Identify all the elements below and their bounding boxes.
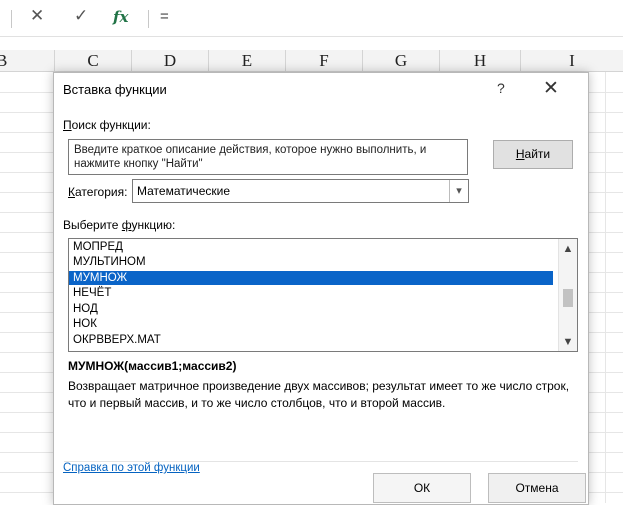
column-header-d[interactable]: D bbox=[132, 50, 209, 71]
column-header-c[interactable]: C bbox=[55, 50, 132, 71]
formula-bar-separator bbox=[148, 10, 149, 28]
search-input-text: Введите краткое описание действия, котор… bbox=[74, 144, 427, 170]
formula-bar: ✕ ✓ fx = bbox=[0, 0, 623, 37]
function-signature: МУМНОЖ(массив1;массив2) bbox=[68, 359, 237, 373]
formula-bar-separator bbox=[11, 10, 12, 28]
select-function-label: Выберите функцию: bbox=[63, 218, 176, 232]
search-label: Поиск функции: bbox=[63, 118, 151, 132]
cancel-button[interactable]: Отмена bbox=[488, 473, 586, 503]
list-item[interactable]: НОК bbox=[73, 317, 553, 331]
dialog-title: Вставка функции bbox=[63, 82, 167, 97]
column-header-i[interactable]: I bbox=[521, 50, 623, 71]
insert-function-dialog: Вставка функции ? ✕ Поиск функции: Введи… bbox=[53, 72, 589, 505]
formula-input[interactable]: = bbox=[160, 8, 169, 25]
column-header-e[interactable]: E bbox=[209, 50, 286, 71]
list-item[interactable]: ОКРВВЕРХ.МАТ bbox=[73, 333, 553, 347]
column-header-b[interactable]: B bbox=[0, 50, 55, 71]
category-select[interactable]: Математические ▾ bbox=[132, 179, 469, 203]
list-item-selected[interactable]: МУМНОЖ bbox=[69, 271, 553, 285]
list-item[interactable]: НЕЧЁТ bbox=[73, 286, 553, 300]
column-header-f[interactable]: F bbox=[286, 50, 363, 71]
list-scrollbar[interactable]: ▲ ▼ bbox=[558, 239, 577, 351]
chevron-up-icon[interactable]: ▲ bbox=[559, 243, 577, 255]
ok-button[interactable]: ОК bbox=[373, 473, 471, 503]
enter-icon[interactable]: ✓ bbox=[74, 6, 88, 26]
cancel-icon[interactable]: ✕ bbox=[30, 6, 44, 26]
category-value: Математические bbox=[137, 184, 230, 198]
category-label: Категория: bbox=[68, 185, 128, 199]
column-header-h[interactable]: H bbox=[440, 50, 521, 71]
help-icon[interactable]: ? bbox=[497, 80, 505, 96]
find-button[interactable]: Найти bbox=[493, 140, 573, 169]
column-header-g[interactable]: G bbox=[363, 50, 440, 71]
search-input[interactable]: Введите краткое описание действия, котор… bbox=[68, 139, 468, 175]
scrollbar-thumb[interactable] bbox=[563, 289, 573, 307]
chevron-down-icon[interactable]: ▼ bbox=[559, 336, 577, 348]
insert-function-icon[interactable]: fx bbox=[113, 8, 128, 26]
function-description: Возвращает матричное произведение двух м… bbox=[68, 379, 570, 410]
list-item[interactable]: МОПРЕД bbox=[73, 240, 553, 254]
help-link[interactable]: Справка по этой функции bbox=[63, 462, 200, 474]
chevron-down-icon[interactable]: ▾ bbox=[449, 180, 468, 202]
list-item[interactable]: МУЛЬТИНОМ bbox=[73, 255, 553, 269]
column-headers: B C D E F G H I bbox=[0, 50, 623, 72]
function-list[interactable]: МОПРЕД МУЛЬТИНОМ МУМНОЖ НЕЧЁТ НОД НОК ОК… bbox=[68, 238, 578, 352]
list-item[interactable]: НОД bbox=[73, 302, 553, 316]
close-icon[interactable]: ✕ bbox=[543, 77, 559, 100]
